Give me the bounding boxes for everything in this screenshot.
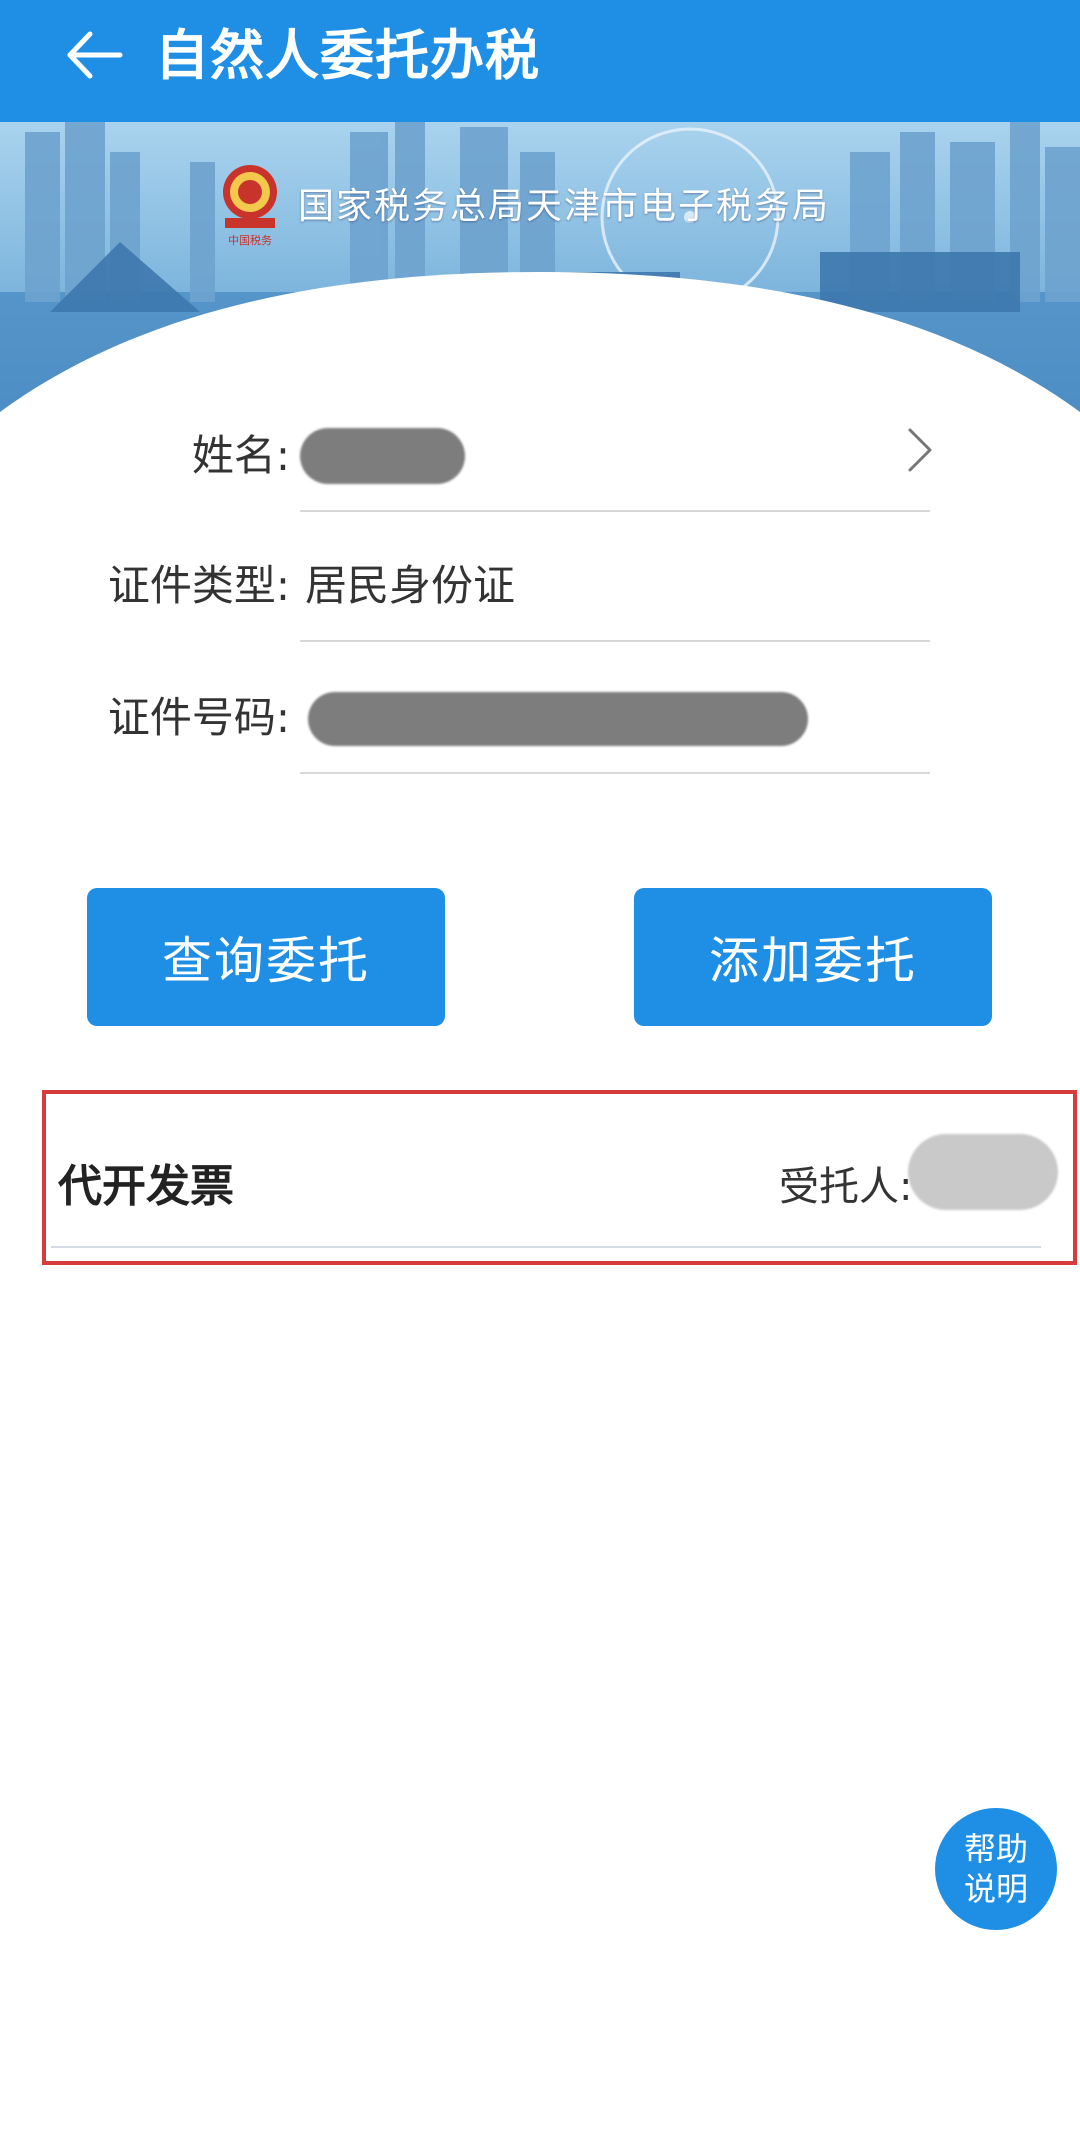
banner-curve bbox=[0, 272, 1080, 422]
query-delegation-button[interactable]: 查询委托 bbox=[87, 888, 445, 1026]
help-button[interactable]: 帮助 说明 bbox=[935, 1808, 1057, 1930]
id-number-underline bbox=[300, 772, 930, 774]
header-banner: 中国税务 国家税务总局天津市电子税务局 bbox=[0, 122, 1080, 422]
back-arrow-icon[interactable] bbox=[62, 22, 128, 88]
help-label-line1: 帮助 bbox=[963, 1830, 1028, 1868]
id-type-label: 证件类型: bbox=[107, 561, 290, 610]
delegation-record-item[interactable]: 代开发票 受托人: bbox=[42, 1090, 1077, 1265]
id-number-label: 证件号码: bbox=[107, 693, 290, 742]
add-delegation-button[interactable]: 添加委托 bbox=[634, 888, 992, 1026]
record-title: 代开发票 bbox=[58, 1161, 234, 1212]
app-bar: 自然人委托办税 bbox=[0, 0, 1080, 122]
help-label-line2: 说明 bbox=[963, 1870, 1028, 1908]
id-type-underline bbox=[300, 640, 930, 642]
record-divider bbox=[51, 1246, 1041, 1248]
id-number-row: 证件号码: bbox=[0, 652, 1080, 782]
id-type-value: 居民身份证 bbox=[305, 561, 516, 610]
page-title: 自然人委托办税 bbox=[155, 24, 540, 87]
chevron-right-icon[interactable] bbox=[900, 420, 940, 480]
trustee-redaction bbox=[908, 1134, 1058, 1210]
name-underline bbox=[300, 510, 930, 512]
trustee-label: 受托人: bbox=[779, 1164, 913, 1210]
name-row[interactable]: 姓名: bbox=[0, 390, 1080, 520]
name-label: 姓名: bbox=[191, 431, 290, 480]
id-number-redaction bbox=[308, 692, 808, 746]
id-type-row: 证件类型: 居民身份证 bbox=[0, 520, 1080, 650]
name-redaction bbox=[300, 428, 465, 484]
